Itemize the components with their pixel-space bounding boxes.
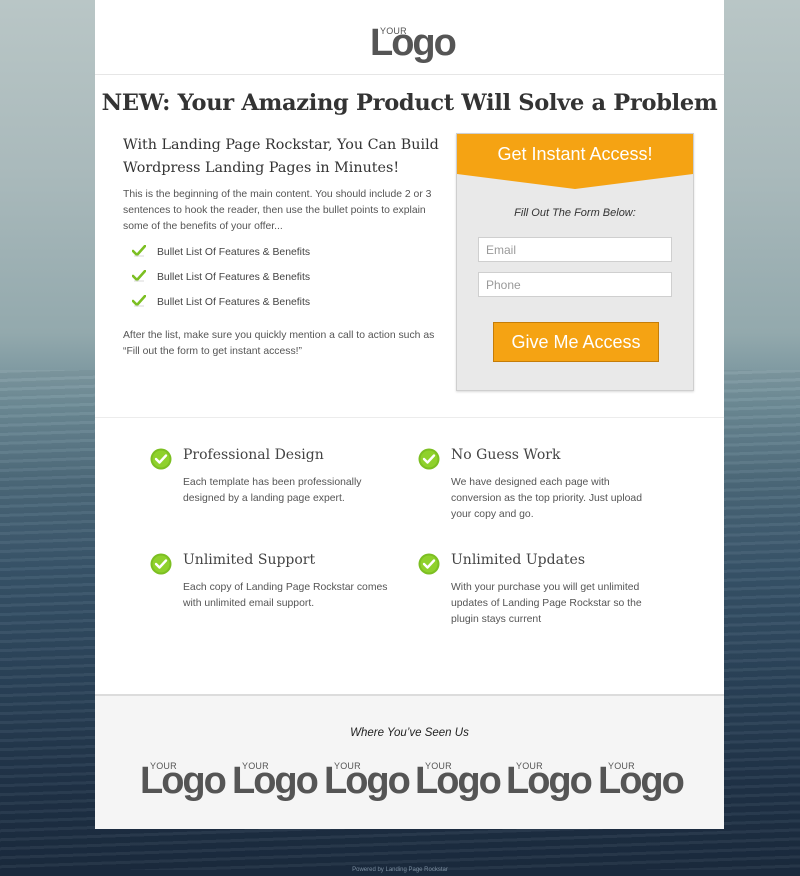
list-item: Bullet List Of Features & Benefits xyxy=(130,295,310,320)
check-circle-icon xyxy=(150,448,172,470)
partner-logo[interactable]: YOUR Logo xyxy=(232,761,319,800)
checkmark-icon xyxy=(132,245,146,257)
feature-text: With your purchase you will get unlimite… xyxy=(451,582,642,625)
partner-logo[interactable]: YOUR Logo xyxy=(140,761,227,800)
partner-logo[interactable]: YOUR Logo xyxy=(324,761,411,800)
bullet-list: Bullet List Of Features & Benefits Bulle… xyxy=(130,245,310,320)
page-headline: NEW: Your Amazing Product Will Solve a P… xyxy=(101,90,718,116)
logo-small-text: YOUR xyxy=(334,761,361,771)
as-seen-on-section: Where You’ve Seen Us YOUR Logo YOUR Logo… xyxy=(95,694,724,829)
partner-logo[interactable]: YOUR Logo xyxy=(506,761,593,800)
intro-text: This is the beginning of the main conten… xyxy=(123,189,432,232)
form-instructions: Fill Out The Form Below: xyxy=(514,207,636,219)
feature-title: No Guess Work xyxy=(451,447,561,463)
header: YOUR Logo xyxy=(95,0,724,75)
email-field[interactable] xyxy=(478,237,672,262)
subheadline: With Landing Page Rockstar, You Can Buil… xyxy=(123,137,439,176)
list-item: Bullet List Of Features & Benefits xyxy=(130,270,310,295)
partner-logo[interactable]: YOUR Logo xyxy=(415,761,502,800)
phone-field[interactable] xyxy=(478,272,672,297)
seen-title: Where You’ve Seen Us xyxy=(350,727,469,739)
bullet-text: Bullet List Of Features & Benefits xyxy=(157,247,311,258)
list-item: Bullet List Of Features & Benefits xyxy=(130,245,310,270)
check-circle-icon xyxy=(150,553,172,575)
logo-small-text: YOUR xyxy=(516,761,543,771)
logo-small-text: YOUR xyxy=(150,761,177,771)
give-me-access-button[interactable]: Give Me Access xyxy=(493,322,659,362)
feature-title: Unlimited Updates xyxy=(451,552,586,568)
landing-page: YOUR Logo NEW: Your Amazing Product Will… xyxy=(95,0,724,829)
form-heading: Get Instant Access! xyxy=(457,134,693,174)
section-divider xyxy=(95,417,724,418)
partner-logo[interactable]: YOUR Logo xyxy=(598,761,685,800)
call-to-action-text: After the list, make sure you quickly me… xyxy=(123,330,435,357)
signup-form: Get Instant Access! Fill Out The Form Be… xyxy=(456,133,694,391)
logo-small-text: YOUR xyxy=(608,761,635,771)
check-circle-icon xyxy=(418,553,440,575)
logo-small-text: YOUR xyxy=(380,26,407,36)
bullet-text: Bullet List Of Features & Benefits xyxy=(157,297,311,308)
check-circle-icon xyxy=(418,448,440,470)
header-logo[interactable]: YOUR Logo xyxy=(370,24,457,62)
form-heading-arrow xyxy=(457,174,693,189)
checkmark-icon xyxy=(132,270,146,282)
feature-title: Unlimited Support xyxy=(183,552,316,568)
logo-small-text: YOUR xyxy=(425,761,452,771)
checkmark-icon xyxy=(132,295,146,307)
logo-small-text: YOUR xyxy=(242,761,269,771)
feature-text: Each template has been professionally de… xyxy=(183,477,362,504)
bullet-text: Bullet List Of Features & Benefits xyxy=(157,272,311,283)
feature-text: Each copy of Landing Page Rockstar comes… xyxy=(183,582,388,609)
powered-by-footer[interactable]: Powered by Landing Page Rockstar xyxy=(0,867,800,873)
feature-text: We have designed each page with conversi… xyxy=(451,477,642,520)
feature-title: Professional Design xyxy=(183,447,324,463)
